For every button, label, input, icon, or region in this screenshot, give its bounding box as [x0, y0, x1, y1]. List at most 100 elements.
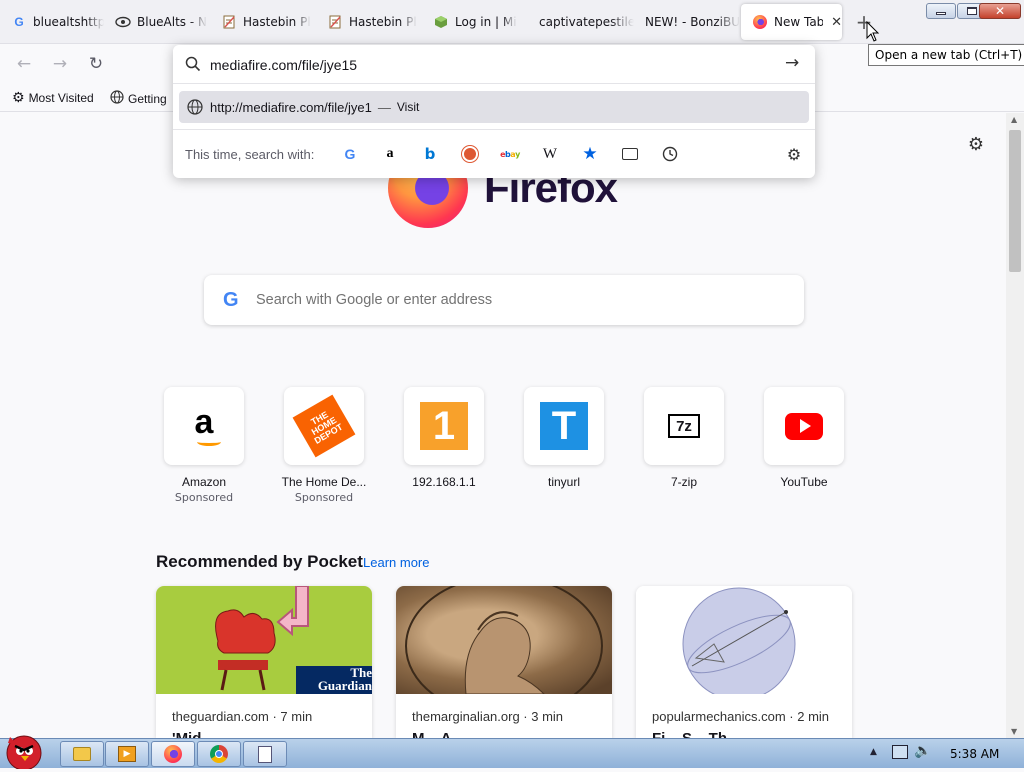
- card-image: [396, 586, 612, 694]
- taskbar-chrome[interactable]: [197, 741, 241, 767]
- google-search-box[interactable]: G Search with Google or enter address: [204, 275, 804, 325]
- pocket-learn-more-link[interactable]: Learn more: [363, 555, 429, 570]
- tab-hastebin-2[interactable]: Hastebin Pl: [316, 4, 422, 40]
- top-site-home-depot[interactable]: THE HOME DEPOT The Home De... Sponsored: [264, 387, 384, 512]
- taskbar-clock[interactable]: 5:38 AM: [950, 747, 999, 761]
- restore-icon: [967, 7, 977, 15]
- pocket-card-guardian[interactable]: The Guardian theguardian.com · 7 min 'Mi…: [156, 586, 372, 738]
- top-site-name: YouTube: [780, 475, 828, 489]
- top-site-name: The Home De...: [281, 475, 367, 489]
- reload-button[interactable]: ↻: [84, 52, 108, 76]
- folder-icon: [73, 747, 91, 761]
- taskbar-media-player[interactable]: ▶: [105, 741, 149, 767]
- close-tab-icon[interactable]: ✕: [831, 15, 842, 30]
- gear-icon: ⚙: [12, 90, 25, 106]
- card-source: themarginalian.org · 3 min: [412, 709, 564, 724]
- suggestion-separator: —: [377, 99, 391, 115]
- scroll-up-icon[interactable]: ▲: [1011, 115, 1017, 124]
- home-depot-icon: THE HOME DEPOT: [284, 387, 364, 465]
- one-off-search-row: This time, search with: G a b ebay W ★ ⚙: [173, 129, 815, 178]
- 7zip-icon: 7z: [644, 387, 724, 465]
- top-site-name: 192.168.1.1: [412, 475, 476, 489]
- page-scrollbar[interactable]: ▲ ▼: [1006, 113, 1024, 738]
- url-input[interactable]: [210, 54, 770, 76]
- close-window-button[interactable]: ✕: [979, 3, 1021, 19]
- media-player-icon: ▶: [118, 746, 136, 762]
- forward-arrow-icon: →: [52, 54, 68, 74]
- chrome-icon: [210, 745, 228, 763]
- show-hidden-icons-icon[interactable]: ▲: [870, 747, 877, 757]
- tabs-icon[interactable]: [620, 144, 640, 164]
- back-button[interactable]: ←: [12, 52, 36, 76]
- urlbar: →: [173, 45, 815, 84]
- youtube-icon: [764, 387, 844, 465]
- personalize-gear-icon[interactable]: ⚙: [964, 132, 988, 156]
- firefox-icon: [752, 14, 768, 30]
- tab-title: BlueAlts - N: [137, 15, 207, 29]
- forward-button[interactable]: →: [48, 52, 72, 76]
- bookmark-label: Most Visited: [28, 91, 94, 105]
- taskbar-explorer[interactable]: [60, 741, 104, 767]
- tab-title: NEW! - BonziBU: [645, 15, 740, 29]
- pocket-card-popularmechanics[interactable]: popularmechanics.com · 2 min Fi... S... …: [636, 586, 852, 738]
- start-button[interactable]: [0, 731, 54, 771]
- top-site-amazon[interactable]: a Amazon Sponsored: [144, 387, 264, 512]
- ebay-engine-icon[interactable]: ebay: [500, 144, 520, 164]
- bookmark-getting-started[interactable]: Getting: [110, 90, 167, 107]
- globe-icon: [110, 90, 124, 107]
- notepad-icon: [258, 745, 272, 763]
- search-with-label: This time, search with:: [185, 147, 315, 162]
- reload-icon: ↻: [88, 54, 104, 74]
- card-title: 'Mid...: [172, 730, 214, 738]
- amazon-engine-icon[interactable]: a: [380, 144, 400, 164]
- network-icon[interactable]: [892, 745, 908, 759]
- top-site-name: tinyurl: [547, 475, 580, 489]
- scroll-down-icon[interactable]: ▼: [1011, 727, 1017, 736]
- google-engine-icon[interactable]: G: [340, 144, 360, 164]
- pocket-card-marginalian[interactable]: themarginalian.org · 3 min M... A...: [396, 586, 612, 738]
- tab-captivate[interactable]: captivatepestile: [528, 4, 634, 40]
- tab-hastebin-1[interactable]: Hastebin Pl: [210, 4, 316, 40]
- close-icon: ✕: [994, 4, 1006, 18]
- search-icon: [185, 56, 201, 75]
- pocket-heading: Recommended by Pocket: [156, 552, 363, 571]
- tab-title: bluealtshttp: [33, 15, 104, 29]
- bookmark-most-visited[interactable]: ⚙ Most Visited: [12, 90, 94, 106]
- tab-login[interactable]: Log in | Mi: [422, 4, 528, 40]
- tab-bonzi[interactable]: NEW! - BonziBU: [634, 4, 740, 40]
- url-suggestion-row[interactable]: http://mediafire.com/file/jye1 — Visit: [179, 91, 809, 123]
- taskbar-firefox[interactable]: [151, 741, 195, 767]
- history-clock-icon[interactable]: [660, 144, 680, 164]
- cube-icon: [433, 14, 449, 30]
- tab-bluealts[interactable]: G bluealtshttp: [0, 4, 104, 40]
- notepad-icon: [221, 14, 237, 30]
- new-tab-tooltip: Open a new tab (Ctrl+T): [868, 44, 1024, 66]
- tab-bluealts-n[interactable]: BlueAlts - N: [104, 4, 210, 40]
- top-site-youtube[interactable]: YouTube: [744, 387, 864, 512]
- search-settings-gear-icon[interactable]: ⚙: [784, 144, 804, 164]
- top-site-7zip[interactable]: 7z 7-zip: [624, 387, 744, 512]
- tab-title: New Tab: [774, 15, 824, 29]
- top-site-tinyurl[interactable]: T tinyurl: [504, 387, 624, 512]
- angry-bird-start-icon: [6, 735, 42, 771]
- scrollbar-thumb[interactable]: [1009, 130, 1021, 272]
- go-arrow-icon[interactable]: →: [785, 53, 799, 73]
- bookmarks-star-icon[interactable]: ★: [580, 144, 600, 164]
- tab-new-tab[interactable]: New Tab ✕: [741, 4, 842, 40]
- bing-engine-icon[interactable]: b: [420, 144, 440, 164]
- firefox-icon: [164, 745, 182, 763]
- bookmark-label: Getting: [128, 91, 167, 106]
- duckduckgo-engine-icon[interactable]: [460, 144, 480, 164]
- volume-icon[interactable]: 🔈: [914, 743, 931, 759]
- top-site-router[interactable]: 1 192.168.1.1: [384, 387, 504, 512]
- mouse-cursor-icon: [866, 21, 880, 42]
- card-title: Fi... S... Th...: [652, 730, 740, 738]
- taskbar: ▶ ▲ 🔈 5:38 AM: [0, 735, 1024, 771]
- wikipedia-engine-icon[interactable]: W: [540, 144, 560, 164]
- notepad-icon: [327, 14, 343, 30]
- taskbar-notepad[interactable]: [243, 741, 287, 767]
- minimize-button[interactable]: [926, 3, 956, 19]
- eye-icon: [115, 14, 131, 30]
- sponsored-label: Sponsored: [174, 491, 234, 504]
- router-1-icon: 1: [404, 387, 484, 465]
